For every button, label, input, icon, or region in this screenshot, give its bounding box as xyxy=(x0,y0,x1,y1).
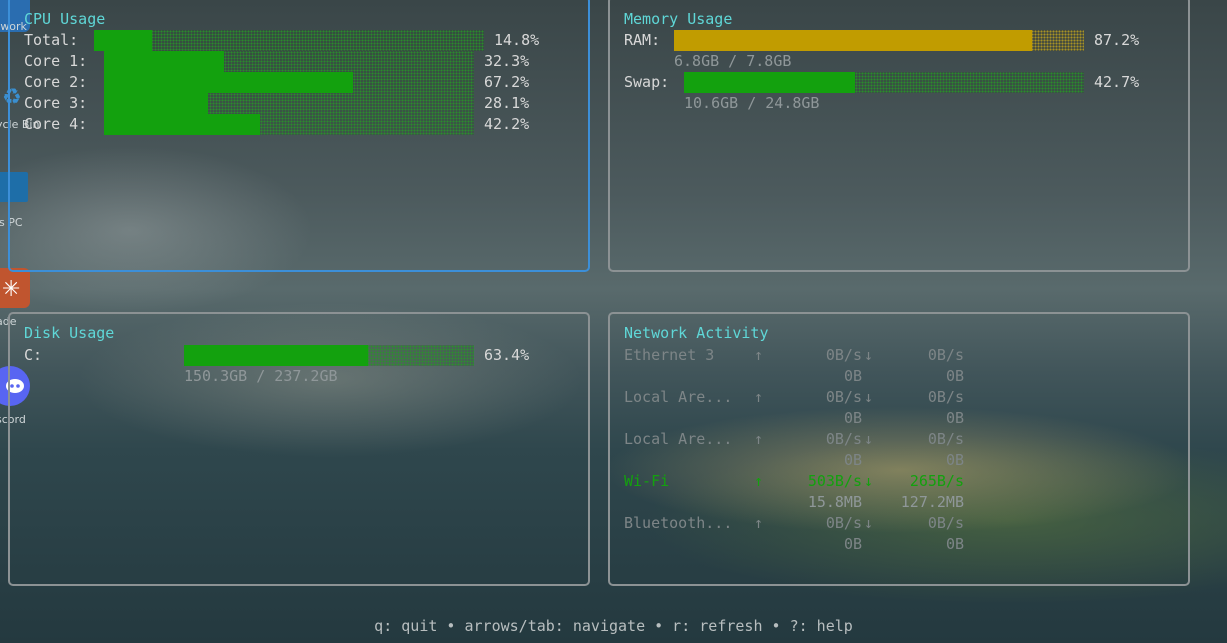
bar-fill xyxy=(674,30,1032,51)
cpu-percent: 28.1% xyxy=(484,94,530,112)
core-3-bar xyxy=(104,93,474,114)
bar-fill xyxy=(684,72,855,93)
download-arrow-icon: ↓ xyxy=(864,346,874,364)
upload-total: 0B xyxy=(843,367,862,385)
core-4-bar xyxy=(104,114,474,135)
download-rate: 0B/s xyxy=(927,514,964,532)
panel-title: Network Activity xyxy=(624,324,769,342)
disk-c-bar xyxy=(184,345,474,366)
cpu-percent: 32.3% xyxy=(484,52,530,70)
download-arrow-icon: ↓ xyxy=(864,430,874,448)
download-rate: 0B/s xyxy=(927,388,964,406)
cpu-row-label: Core 3: xyxy=(24,94,88,112)
disk-percent: 63.4% xyxy=(484,346,530,364)
download-total: 0B xyxy=(945,451,964,469)
core-1-bar xyxy=(104,51,474,72)
disk-drive-label: C: xyxy=(24,346,43,364)
download-rate: 0B/s xyxy=(927,346,964,364)
upload-arrow-icon: ↑ xyxy=(754,346,764,364)
download-total: 127.2MB xyxy=(900,493,964,511)
swap-bar xyxy=(684,72,1084,93)
download-arrow-icon: ↓ xyxy=(864,472,874,490)
interface-name: Bluetooth... xyxy=(624,514,733,532)
cpu-percent: 42.2% xyxy=(484,115,530,133)
upload-rate: 503B/s xyxy=(807,472,862,490)
download-arrow-icon: ↓ xyxy=(864,388,874,406)
upload-total: 15.8MB xyxy=(807,493,862,511)
upload-total: 0B xyxy=(843,409,862,427)
download-total: 0B xyxy=(945,409,964,427)
cpu-row-label: Total: xyxy=(24,31,79,49)
help-bar: q: quit • arrows/tab: navigate • r: refr… xyxy=(374,617,853,635)
upload-rate: 0B/s xyxy=(825,346,862,364)
upload-rate: 0B/s xyxy=(825,430,862,448)
upload-total: 0B xyxy=(843,451,862,469)
svg-text:✳: ✳ xyxy=(2,277,20,302)
cpu-usage-panel[interactable]: CPU Usage Total: 14.8% Core 1: 32.3% Cor… xyxy=(8,0,590,272)
download-arrow-icon: ↓ xyxy=(864,514,874,532)
swap-percent: 42.7% xyxy=(1094,73,1140,91)
upload-arrow-icon: ↑ xyxy=(754,472,764,490)
upload-total: 0B xyxy=(843,535,862,553)
bar-fill xyxy=(104,114,261,135)
cpu-percent: 67.2% xyxy=(484,73,530,91)
ram-bar xyxy=(674,30,1084,51)
interface-name: Wi-Fi xyxy=(624,472,670,490)
interface-name: Local Are... xyxy=(624,430,733,448)
ram-detail: 6.8GB / 7.8GB xyxy=(674,52,792,70)
bar-fill xyxy=(94,30,152,51)
bar-fill xyxy=(184,345,368,366)
bar-fill xyxy=(104,93,208,114)
cpu-percent: 14.8% xyxy=(494,31,540,49)
download-total: 0B xyxy=(945,367,964,385)
upload-rate: 0B/s xyxy=(825,514,862,532)
cpu-row-label: Core 2: xyxy=(24,73,88,91)
download-rate: 265B/s xyxy=(909,472,964,490)
upload-arrow-icon: ↑ xyxy=(754,430,764,448)
bar-fill xyxy=(104,72,353,93)
cpu-row-label: Core 4: xyxy=(24,115,88,133)
cpu-row-label: Core 1: xyxy=(24,52,88,70)
core-2-bar xyxy=(104,72,474,93)
cpu-total-bar xyxy=(94,30,484,51)
network-activity-panel[interactable]: Network Activity Ethernet 3 ↑ 0B/s ↓ 0B/s 0B 0… xyxy=(608,312,1190,586)
panel-title: CPU Usage xyxy=(24,10,106,28)
download-rate: 0B/s xyxy=(927,430,964,448)
panel-title: Disk Usage xyxy=(24,324,115,342)
panel-title: Memory Usage xyxy=(624,10,733,28)
upload-rate: 0B/s xyxy=(825,388,862,406)
swap-detail: 10.6GB / 24.8GB xyxy=(684,94,820,112)
interface-name: Ethernet 3 xyxy=(624,346,715,364)
swap-label: Swap: xyxy=(624,73,670,91)
disk-detail: 150.3GB / 237.2GB xyxy=(184,367,338,385)
memory-usage-panel[interactable]: Memory Usage RAM: 87.2% 6.8GB / 7.8GB Sw… xyxy=(608,0,1190,272)
app-icon[interactable]: ✳ xyxy=(0,268,30,308)
interface-name: Local Are... xyxy=(624,388,733,406)
ram-label: RAM: xyxy=(624,31,661,49)
disk-usage-panel[interactable]: Disk Usage C: 63.4% 150.3GB / 237.2GB xyxy=(8,312,590,586)
upload-arrow-icon: ↑ xyxy=(754,514,764,532)
bar-fill xyxy=(104,51,224,72)
upload-arrow-icon: ↑ xyxy=(754,388,764,406)
ram-percent: 87.2% xyxy=(1094,31,1140,49)
download-total: 0B xyxy=(945,535,964,553)
